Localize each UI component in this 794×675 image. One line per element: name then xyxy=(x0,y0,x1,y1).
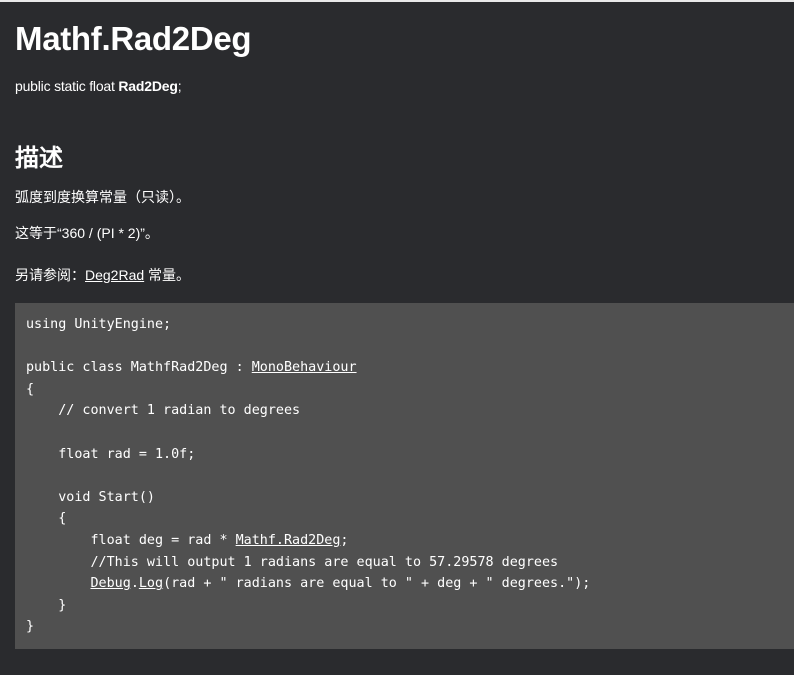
code-text: (rad + " radians are equal to " + deg + … xyxy=(163,576,591,592)
signature-member-name: Rad2Deg xyxy=(118,78,178,94)
signature-prefix: public static float xyxy=(15,78,119,94)
signature-suffix: ; xyxy=(177,78,182,94)
code-text: ; xyxy=(340,532,349,548)
code-line: } xyxy=(26,597,67,613)
see-also-suffix: 常量。 xyxy=(144,267,191,283)
code-line: float deg = rad * Mathf.Rad2Deg; xyxy=(26,530,794,552)
code-line: Debug.Log(rad + " radians are equal to "… xyxy=(26,573,794,595)
code-line: { xyxy=(26,511,67,527)
code-line: // convert 1 radian to degrees xyxy=(26,403,301,419)
deg2rad-link[interactable]: Deg2Rad xyxy=(85,267,144,283)
page-title: Mathf.Rad2Deg xyxy=(15,20,252,57)
monobehaviour-link[interactable]: MonoBehaviour xyxy=(252,360,357,375)
code-line: //This will output 1 radians are equal t… xyxy=(26,554,559,570)
code-line: } xyxy=(26,619,35,635)
code-example: using UnityEngine; public class MathfRad… xyxy=(15,303,794,649)
log-link[interactable]: Log xyxy=(139,576,163,591)
description-text: 弧度到度换算常量（只读）。 xyxy=(15,189,190,205)
code-line: float rad = 1.0f; xyxy=(26,446,196,462)
see-also: 另请参阅：Deg2Rad 常量。 xyxy=(15,265,190,285)
code-text: float deg = rad * xyxy=(26,532,236,548)
code-line: using UnityEngine; xyxy=(26,317,172,332)
code-line: { xyxy=(26,381,35,397)
code-text: public class MathfRad2Deg : xyxy=(26,360,252,376)
code-line: public class MathfRad2Deg : MonoBehaviou… xyxy=(26,357,794,379)
mathf-rad2deg-link[interactable]: Mathf.Rad2Deg xyxy=(236,533,341,548)
member-signature: public static float Rad2Deg; xyxy=(15,76,182,96)
debug-link[interactable]: Debug xyxy=(91,576,131,591)
see-also-prefix: 另请参阅： xyxy=(15,267,85,283)
doc-page: Mathf.Rad2Deg public static float Rad2De… xyxy=(0,0,794,675)
code-line: void Start() xyxy=(26,489,155,505)
code-text: . xyxy=(130,576,139,592)
description-formula: 这等于“360 / (PI * 2)”。 xyxy=(15,225,159,241)
description-heading: 描述 xyxy=(15,145,63,172)
